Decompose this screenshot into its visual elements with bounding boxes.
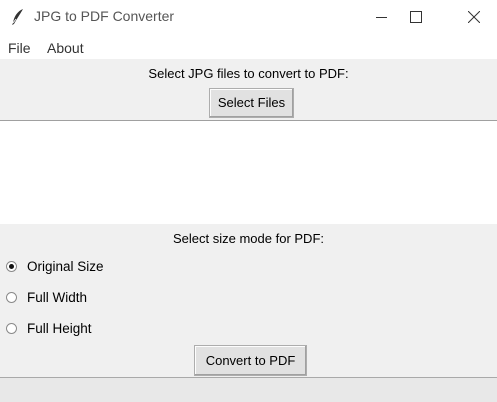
select-files-label: Select JPG files to convert to PDF: [148,66,349,81]
minimize-icon [376,17,387,18]
menu-about[interactable]: About [47,40,84,56]
menu-bar: File About [0,34,497,59]
radio-label: Full Height [27,321,92,336]
close-button[interactable] [451,0,497,34]
convert-to-pdf-button[interactable]: Convert to PDF [194,345,307,376]
menu-file[interactable]: File [8,40,31,56]
feather-icon [10,8,26,26]
radio-label: Full Width [27,290,88,305]
radio-button[interactable] [6,323,17,334]
radio-label: Original Size [27,259,104,274]
radio-button[interactable] [6,261,17,272]
size-mode-label: Select size mode for PDF: [173,231,324,246]
maximize-button[interactable] [393,0,439,34]
radio-button[interactable] [6,292,17,303]
maximize-icon [410,11,422,23]
title-bar: JPG to PDF Converter [0,0,497,34]
close-icon [468,11,480,23]
window-title: JPG to PDF Converter [34,8,175,24]
status-bar [0,377,497,402]
file-listbox[interactable] [0,120,497,224]
main-content: Select JPG files to convert to PDF: Sele… [0,59,497,402]
select-files-button[interactable]: Select Files [209,88,294,118]
